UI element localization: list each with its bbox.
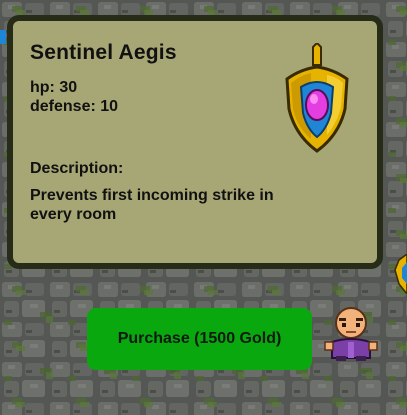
item-name: Sentinel Aegis	[30, 41, 177, 64]
description-text: Prevents first incoming strike in every …	[30, 187, 274, 223]
stat-hp-value: 30	[59, 79, 78, 96]
shield-icon	[281, 41, 353, 155]
merchant-sprite	[322, 306, 380, 362]
stat-defense-label: defense	[30, 98, 91, 115]
stat-defense: defense: 10	[30, 98, 119, 115]
stat-hp-label: hp	[30, 79, 50, 96]
purchase-button[interactable]: Purchase (1500 Gold)	[87, 308, 312, 370]
edge-item-icon	[393, 253, 407, 296]
item-tooltip-panel: Sentinel Aegis hp: 30 defense: 10 Descri…	[7, 15, 383, 269]
edge-gem-icon	[0, 30, 6, 44]
item-stats: hp: 30 defense: 10	[30, 78, 118, 116]
stat-defense-value: 10	[100, 98, 119, 115]
stat-hp: hp: 30	[30, 79, 78, 96]
description-heading: Description:	[30, 160, 124, 177]
